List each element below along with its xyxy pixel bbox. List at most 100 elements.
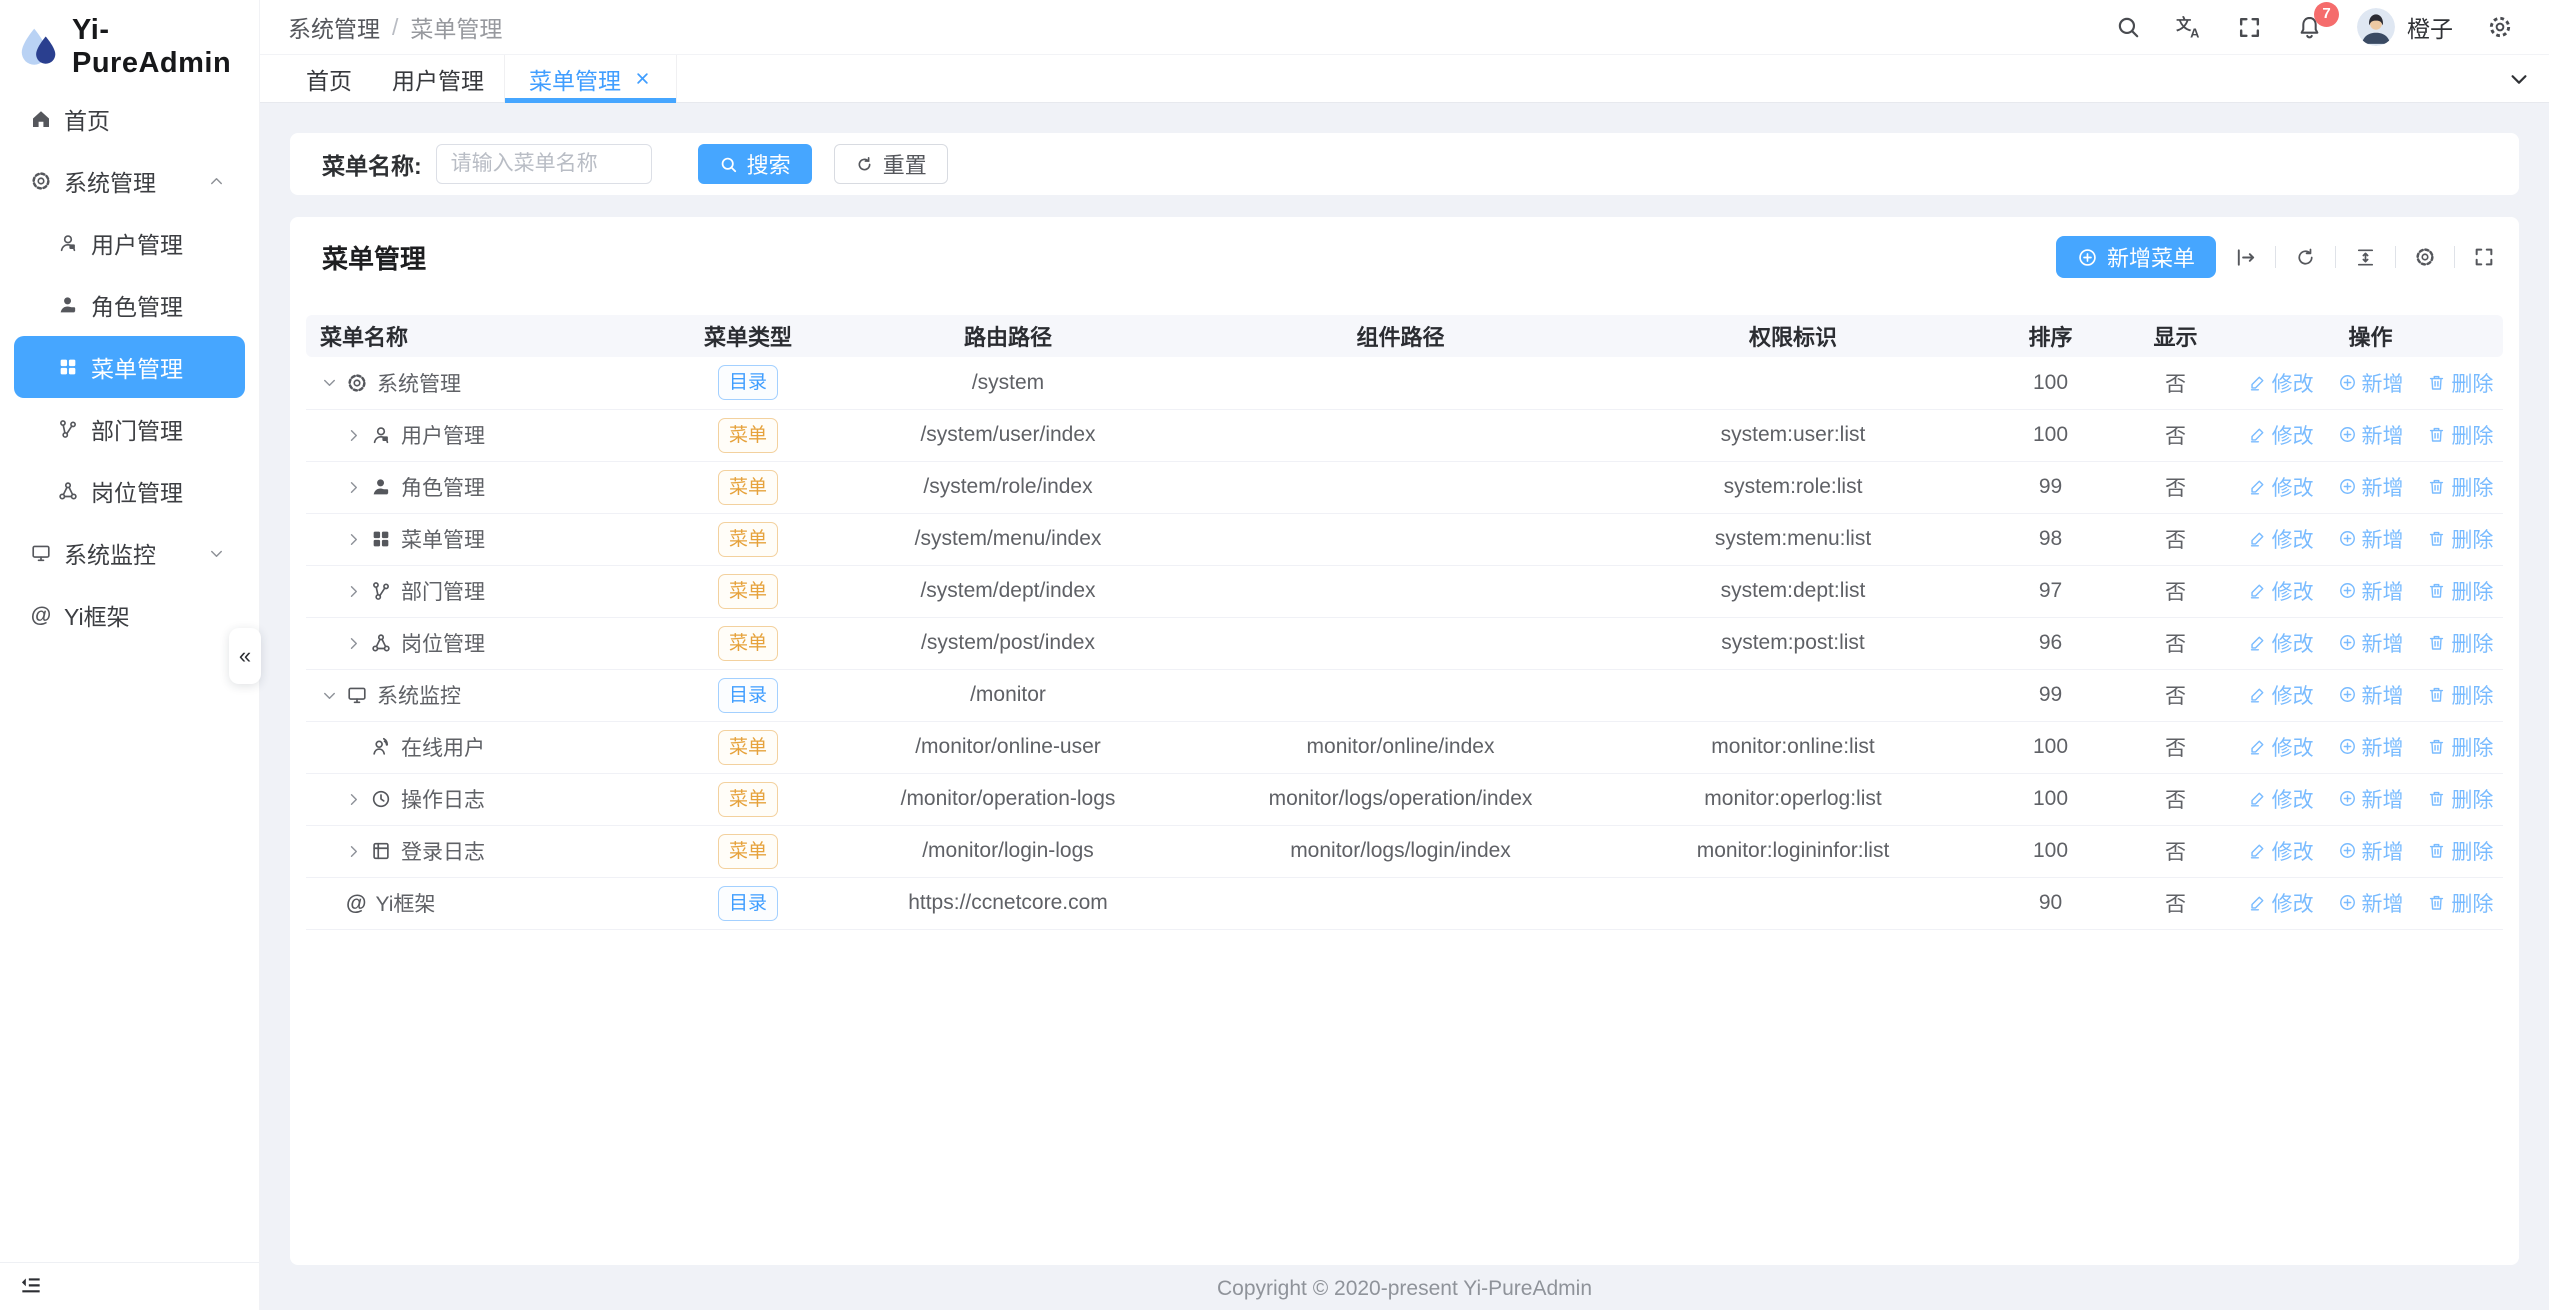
outdent-icon[interactable]	[18, 1274, 44, 1300]
row-action-delete[interactable]: 删除	[2427, 784, 2493, 814]
refresh-icon[interactable]	[2294, 246, 2317, 269]
table-row: 用户管理 菜单 /system/user/index system:user:l…	[306, 409, 2503, 461]
row-action-add[interactable]: 新增	[2338, 628, 2404, 658]
pencil-icon	[2248, 373, 2267, 392]
row-action-add[interactable]: 新增	[2338, 576, 2404, 606]
search-button[interactable]: 搜索	[698, 144, 812, 184]
translate-icon[interactable]: 文 A	[2175, 13, 2203, 41]
plus-circle-icon	[2338, 581, 2357, 600]
app-title: Yi-PureAdmin	[72, 14, 259, 80]
row-action-delete[interactable]: 删除	[2427, 836, 2493, 866]
arrow-bar-icon[interactable]	[2234, 246, 2257, 269]
row-action-add[interactable]: 新增	[2338, 524, 2404, 554]
copyright-text: Copyright © 2020-present Yi-PureAdmin	[1217, 1277, 1592, 1301]
gear-icon	[346, 372, 368, 394]
density-icon[interactable]	[2354, 246, 2377, 269]
row-action-delete[interactable]: 删除	[2427, 420, 2493, 450]
search-icon[interactable]	[2115, 14, 2141, 40]
row-action-edit[interactable]: 修改	[2248, 524, 2314, 554]
row-action-add[interactable]: 新增	[2338, 680, 2404, 710]
row-action-add[interactable]: 新增	[2338, 472, 2404, 502]
row-action-delete[interactable]: 删除	[2427, 680, 2493, 710]
menu-type-badge: 菜单	[718, 730, 778, 765]
row-actions: 修改 新增 删除	[2238, 461, 2503, 513]
plus-circle-icon	[2338, 529, 2357, 548]
chevron-down-icon[interactable]	[320, 373, 346, 392]
sidebar-item-label: 菜单管理	[91, 350, 183, 384]
row-action-add[interactable]: 新增	[2338, 784, 2404, 814]
chevron-right-icon[interactable]	[344, 426, 370, 445]
row-action-edit[interactable]: 修改	[2248, 420, 2314, 450]
table-row: 岗位管理 菜单 /system/post/index system:post:l…	[306, 617, 2503, 669]
row-action-add[interactable]: 新增	[2338, 836, 2404, 866]
tab-1[interactable]: 用户管理	[372, 55, 504, 102]
chevron-right-icon[interactable]	[344, 530, 370, 549]
row-action-edit[interactable]: 修改	[2248, 628, 2314, 658]
trash-icon	[2427, 633, 2446, 652]
sidebar-item-system[interactable]: 系统管理	[14, 150, 245, 212]
sidebar-collapse-button[interactable]: «	[229, 628, 261, 684]
row-action-edit[interactable]: 修改	[2248, 680, 2314, 710]
settings-gear-icon[interactable]	[2487, 14, 2513, 40]
sidebar-item-home[interactable]: 首页	[14, 88, 245, 150]
tab-label: 用户管理	[392, 62, 484, 96]
sidebar-item-role[interactable]: 角色管理	[14, 274, 245, 336]
refresh-icon	[855, 155, 874, 174]
row-action-edit[interactable]: 修改	[2248, 732, 2314, 762]
monitor-icon	[346, 684, 368, 706]
row-action-edit[interactable]: 修改	[2248, 472, 2314, 502]
tab-0[interactable]: 首页	[286, 55, 372, 102]
close-icon[interactable]	[633, 69, 652, 88]
permission-key: system:dept:list	[1598, 565, 1988, 617]
dept-icon	[53, 418, 83, 440]
plus-circle-icon	[2338, 841, 2357, 860]
sidebar-item-yi-framework[interactable]: @ Yi框架	[14, 584, 245, 646]
notification-bell-icon[interactable]: 7	[2296, 14, 2323, 41]
sidebar-item-post[interactable]: 岗位管理	[14, 460, 245, 522]
row-action-delete[interactable]: 删除	[2427, 368, 2493, 398]
row-action-add[interactable]: 新增	[2338, 888, 2404, 918]
chevron-right-icon[interactable]	[344, 582, 370, 601]
component-path	[1203, 877, 1598, 929]
row-action-edit[interactable]: 修改	[2248, 576, 2314, 606]
row-action-edit[interactable]: 修改	[2248, 888, 2314, 918]
permission-key	[1598, 669, 1988, 721]
chevron-down-icon[interactable]	[2489, 55, 2549, 102]
row-action-edit[interactable]: 修改	[2248, 836, 2314, 866]
at-icon: @	[346, 893, 366, 914]
row-action-delete[interactable]: 删除	[2427, 628, 2493, 658]
sidebar-item-monitor[interactable]: 系统监控	[14, 522, 245, 584]
menu-name-input[interactable]	[436, 144, 652, 184]
plus-circle-icon	[2338, 789, 2357, 808]
row-action-delete[interactable]: 删除	[2427, 888, 2493, 918]
row-action-add[interactable]: 新增	[2338, 732, 2404, 762]
gear-icon[interactable]	[2414, 246, 2436, 268]
user-menu[interactable]: 橙子	[2357, 8, 2453, 46]
sidebar-item-dept[interactable]: 部门管理	[14, 398, 245, 460]
row-action-delete[interactable]: 删除	[2427, 576, 2493, 606]
row-action-delete[interactable]: 删除	[2427, 732, 2493, 762]
chevron-right-icon[interactable]	[344, 790, 370, 809]
row-action-edit[interactable]: 修改	[2248, 368, 2314, 398]
fullscreen-icon[interactable]	[2473, 246, 2495, 268]
breadcrumb-item-system[interactable]: 系统管理	[288, 10, 380, 44]
route-path: /system	[813, 357, 1203, 409]
trash-icon	[2427, 529, 2446, 548]
chevron-right-icon[interactable]	[344, 478, 370, 497]
fullscreen-icon[interactable]	[2237, 15, 2262, 40]
chevron-right-icon[interactable]	[344, 634, 370, 653]
row-action-add[interactable]: 新增	[2338, 420, 2404, 450]
add-menu-button[interactable]: 新增菜单	[2056, 236, 2216, 278]
row-action-delete[interactable]: 删除	[2427, 472, 2493, 502]
tab-2[interactable]: 菜单管理	[504, 55, 677, 102]
search-panel: 菜单名称: 搜索	[290, 133, 2519, 195]
chevron-right-icon[interactable]	[344, 842, 370, 861]
menu-type-badge: 目录	[718, 886, 778, 921]
row-action-add[interactable]: 新增	[2338, 368, 2404, 398]
row-action-edit[interactable]: 修改	[2248, 784, 2314, 814]
chevron-down-icon[interactable]	[320, 686, 346, 705]
sidebar-item-user[interactable]: 用户管理	[14, 212, 245, 274]
sidebar-item-menu[interactable]: 菜单管理	[14, 336, 245, 398]
row-action-delete[interactable]: 删除	[2427, 524, 2493, 554]
reset-button[interactable]: 重置	[834, 144, 948, 184]
